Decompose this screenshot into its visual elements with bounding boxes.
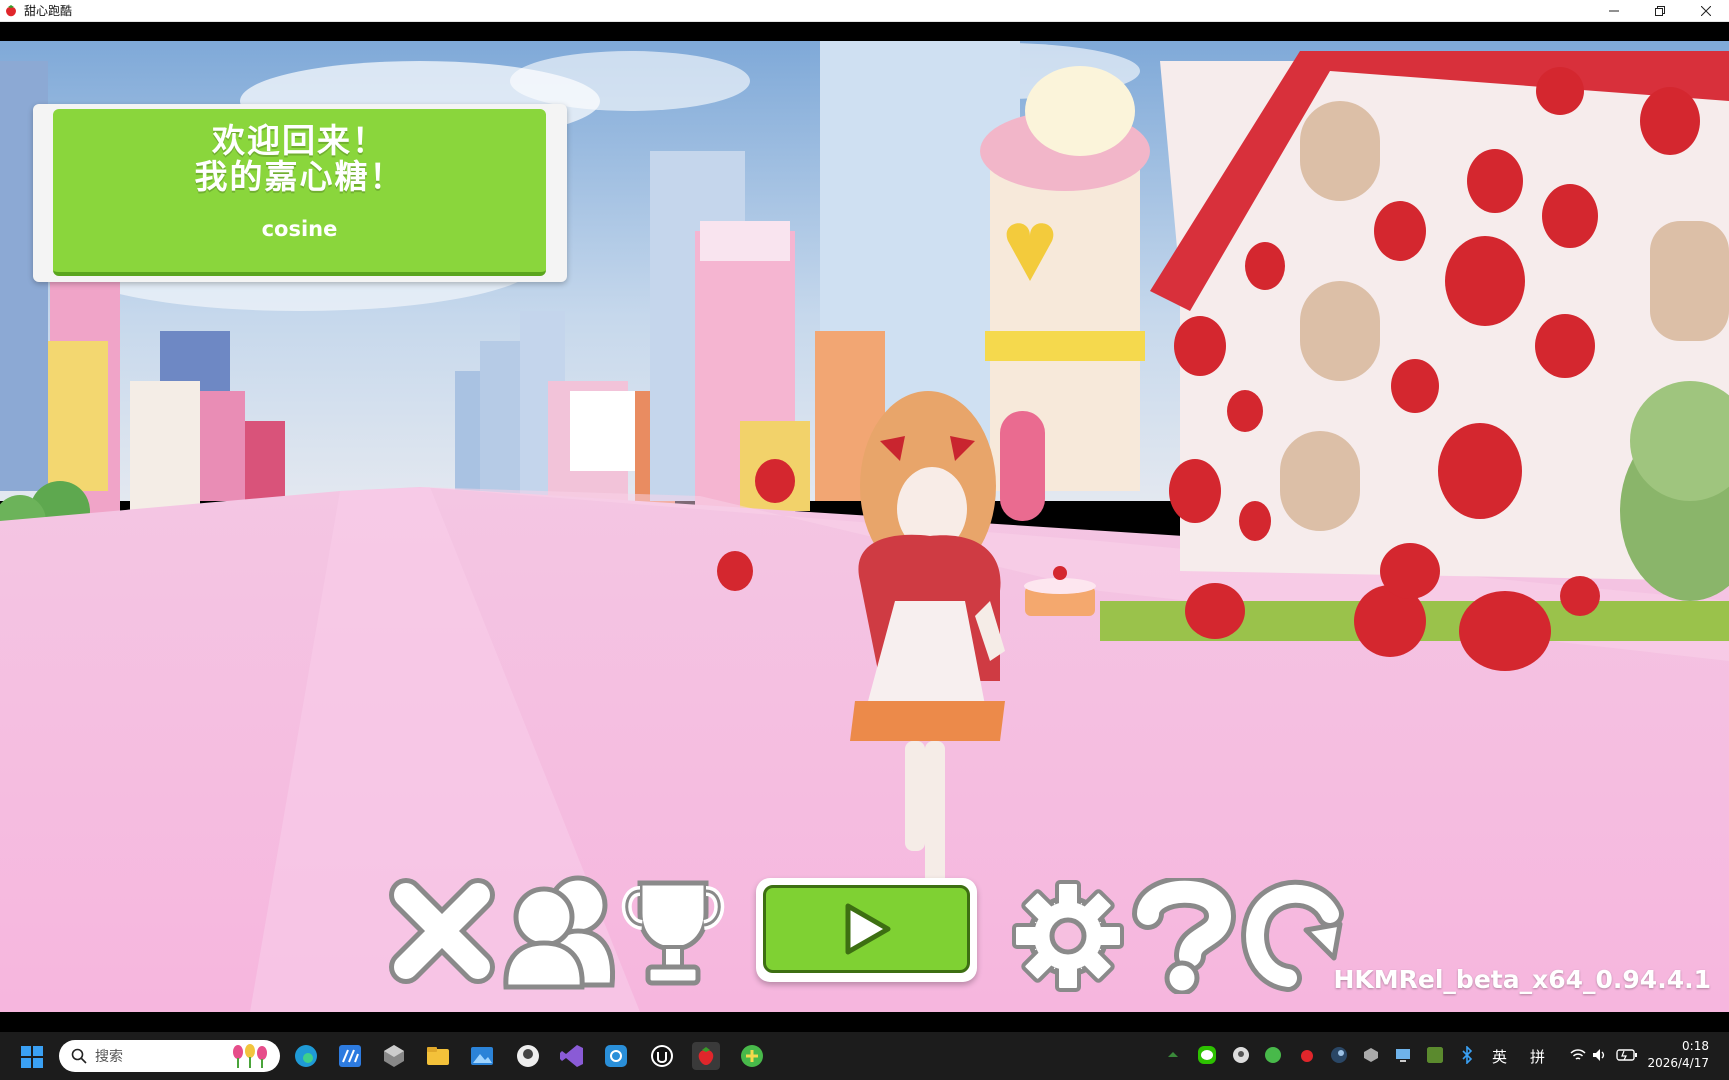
version-label: HKMRel_beta_x64_0.94.4.1 <box>1333 965 1711 994</box>
ime-mode-indicator[interactable]: 拼 <box>1530 1046 1545 1067</box>
search-placeholder: 搜索 <box>95 1049 123 1065</box>
ime-language-indicator[interactable]: 英 <box>1492 1046 1507 1067</box>
strawberry-app-icon <box>6 4 16 16</box>
taskbar-clock[interactable]: 0:18 2026/4/17 <box>1647 1038 1709 1072</box>
achievements-button[interactable] <box>620 875 726 989</box>
clock-time: 0:18 <box>1682 1039 1709 1053</box>
clock-date: 2026/4/17 <box>1647 1056 1709 1070</box>
play-icon <box>845 903 890 955</box>
settings-app-icon[interactable] <box>602 1042 630 1070</box>
exit-button[interactable] <box>386 875 498 987</box>
play-button-face <box>763 885 970 973</box>
network-drive-tray-icon[interactable] <box>1362 1046 1380 1064</box>
users-icon <box>503 875 616 990</box>
refresh-icon <box>1241 879 1344 992</box>
minimize-icon <box>1609 10 1619 12</box>
friends-button[interactable] <box>500 873 624 991</box>
play-button[interactable] <box>756 878 977 982</box>
welcome-line-1: 欢迎回来！ <box>212 121 387 160</box>
windows-start-icon[interactable] <box>21 1046 43 1068</box>
unreal-engine-icon[interactable] <box>648 1042 676 1070</box>
green-plus-app-icon[interactable] <box>738 1042 766 1070</box>
help-button[interactable] <box>1130 878 1238 994</box>
minimize-button[interactable] <box>1591 0 1637 22</box>
welcome-line-2: 我的嘉心糖！ <box>194 157 405 196</box>
tulips-icon <box>233 1044 267 1068</box>
question-icon <box>1132 878 1237 994</box>
window-titlebar: 甜心跑酷 <box>0 0 1729 22</box>
steam-tray-icon[interactable] <box>1330 1046 1348 1064</box>
red-tray-icon[interactable] <box>1298 1046 1316 1064</box>
file-explorer-icon[interactable] <box>424 1042 452 1070</box>
window-title: 甜心跑酷 <box>24 4 73 18</box>
welcome-panel: 欢迎回来！ 我的嘉心糖！ cosine <box>33 104 567 282</box>
close-icon <box>1701 6 1711 16</box>
trophy-icon <box>621 880 725 986</box>
close-x-icon <box>389 878 495 984</box>
tray-arrow-icon[interactable] <box>1166 1048 1180 1062</box>
welcome-panel-body: 欢迎回来！ 我的嘉心糖！ cosine <box>53 109 546 276</box>
nvidia-tray-icon[interactable] <box>1426 1046 1444 1064</box>
display-tray-icon[interactable] <box>1394 1046 1412 1064</box>
visual-studio-icon[interactable] <box>558 1042 586 1070</box>
avatar-tray-icon[interactable] <box>1232 1046 1250 1064</box>
avatar-app-icon[interactable] <box>514 1042 542 1070</box>
bluetooth-tray-icon[interactable] <box>1460 1046 1474 1064</box>
strawberry-game-icon[interactable] <box>692 1042 720 1070</box>
app-icon-blue-m[interactable] <box>336 1042 364 1070</box>
restore-button[interactable] <box>1637 0 1683 22</box>
wifi-icon[interactable] <box>1570 1048 1586 1062</box>
gear-icon <box>1012 880 1124 992</box>
search-icon <box>71 1048 87 1064</box>
game-viewport[interactable]: 欢迎回来！ 我的嘉心糖！ cosine <box>0 41 1729 1012</box>
restore-icon <box>1655 6 1665 16</box>
app-icon-cube[interactable] <box>380 1042 408 1070</box>
battery-icon[interactable] <box>1616 1048 1638 1062</box>
volume-icon[interactable] <box>1592 1048 1608 1062</box>
edge-browser-icon[interactable] <box>292 1042 320 1070</box>
photos-icon[interactable] <box>468 1042 496 1070</box>
wechat-tray-icon[interactable] <box>1198 1046 1216 1064</box>
taskbar-search-box[interactable]: 搜索 <box>59 1040 280 1072</box>
windows-taskbar: 搜索 英 拼 0:18 2026/4/17 <box>0 1032 1729 1080</box>
settings-button[interactable] <box>1012 880 1124 992</box>
close-button[interactable] <box>1683 0 1729 22</box>
green-tray-icon[interactable] <box>1264 1046 1282 1064</box>
username-label: cosine <box>261 217 338 241</box>
